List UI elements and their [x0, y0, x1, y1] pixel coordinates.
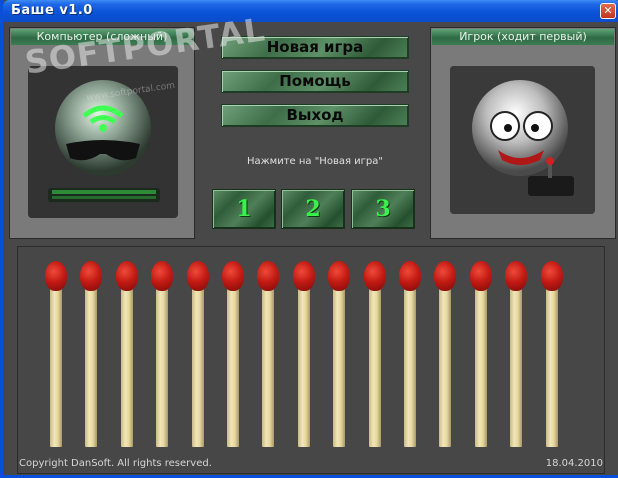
app-window: Баше v1.0 ✕ Компьютер (сложный) Новая иг…: [0, 0, 618, 478]
exit-button[interactable]: Выход: [221, 104, 409, 127]
help-button[interactable]: Помощь: [221, 70, 409, 93]
match-stick[interactable]: [502, 261, 530, 447]
match-stick[interactable]: [219, 261, 247, 447]
match-stick[interactable]: [396, 261, 424, 447]
match-stick[interactable]: [42, 261, 70, 447]
copyright-text: Copyright DanSoft. All rights reserved.: [19, 458, 212, 469]
match-stick[interactable]: [113, 261, 141, 447]
match-stick[interactable]: [290, 261, 318, 447]
hint-text: Нажмите на "Новая игра": [247, 156, 383, 167]
match-stick[interactable]: [361, 261, 389, 447]
matches-board: Copyright DanSoft. All rights reserved. …: [17, 246, 605, 474]
match-stick[interactable]: [325, 261, 353, 447]
match-stick[interactable]: [148, 261, 176, 447]
title-bar[interactable]: Баше v1.0 ✕: [3, 0, 618, 22]
joystick-player-icon: [450, 66, 595, 214]
window-title: Баше v1.0: [11, 3, 93, 18]
match-stick[interactable]: [184, 261, 212, 447]
close-button[interactable]: ✕: [600, 3, 616, 19]
take-1-button[interactable]: 1: [212, 189, 276, 229]
match-stick[interactable]: [77, 261, 105, 447]
player-avatar: [450, 66, 595, 214]
match-stick[interactable]: [254, 261, 282, 447]
match-stick[interactable]: [431, 261, 459, 447]
take-2-button[interactable]: 2: [281, 189, 345, 229]
take-3-button[interactable]: 3: [351, 189, 415, 229]
match-stick[interactable]: [538, 261, 566, 447]
match-stick[interactable]: [467, 261, 495, 447]
player-panel: Игрок (ходит первый): [430, 27, 616, 239]
player-panel-header: Игрок (ходит первый): [432, 29, 614, 45]
client-area: Компьютер (сложный) Новая игра Помощь Вы…: [6, 10, 618, 475]
date-text: 18.04.2010: [545, 458, 603, 469]
